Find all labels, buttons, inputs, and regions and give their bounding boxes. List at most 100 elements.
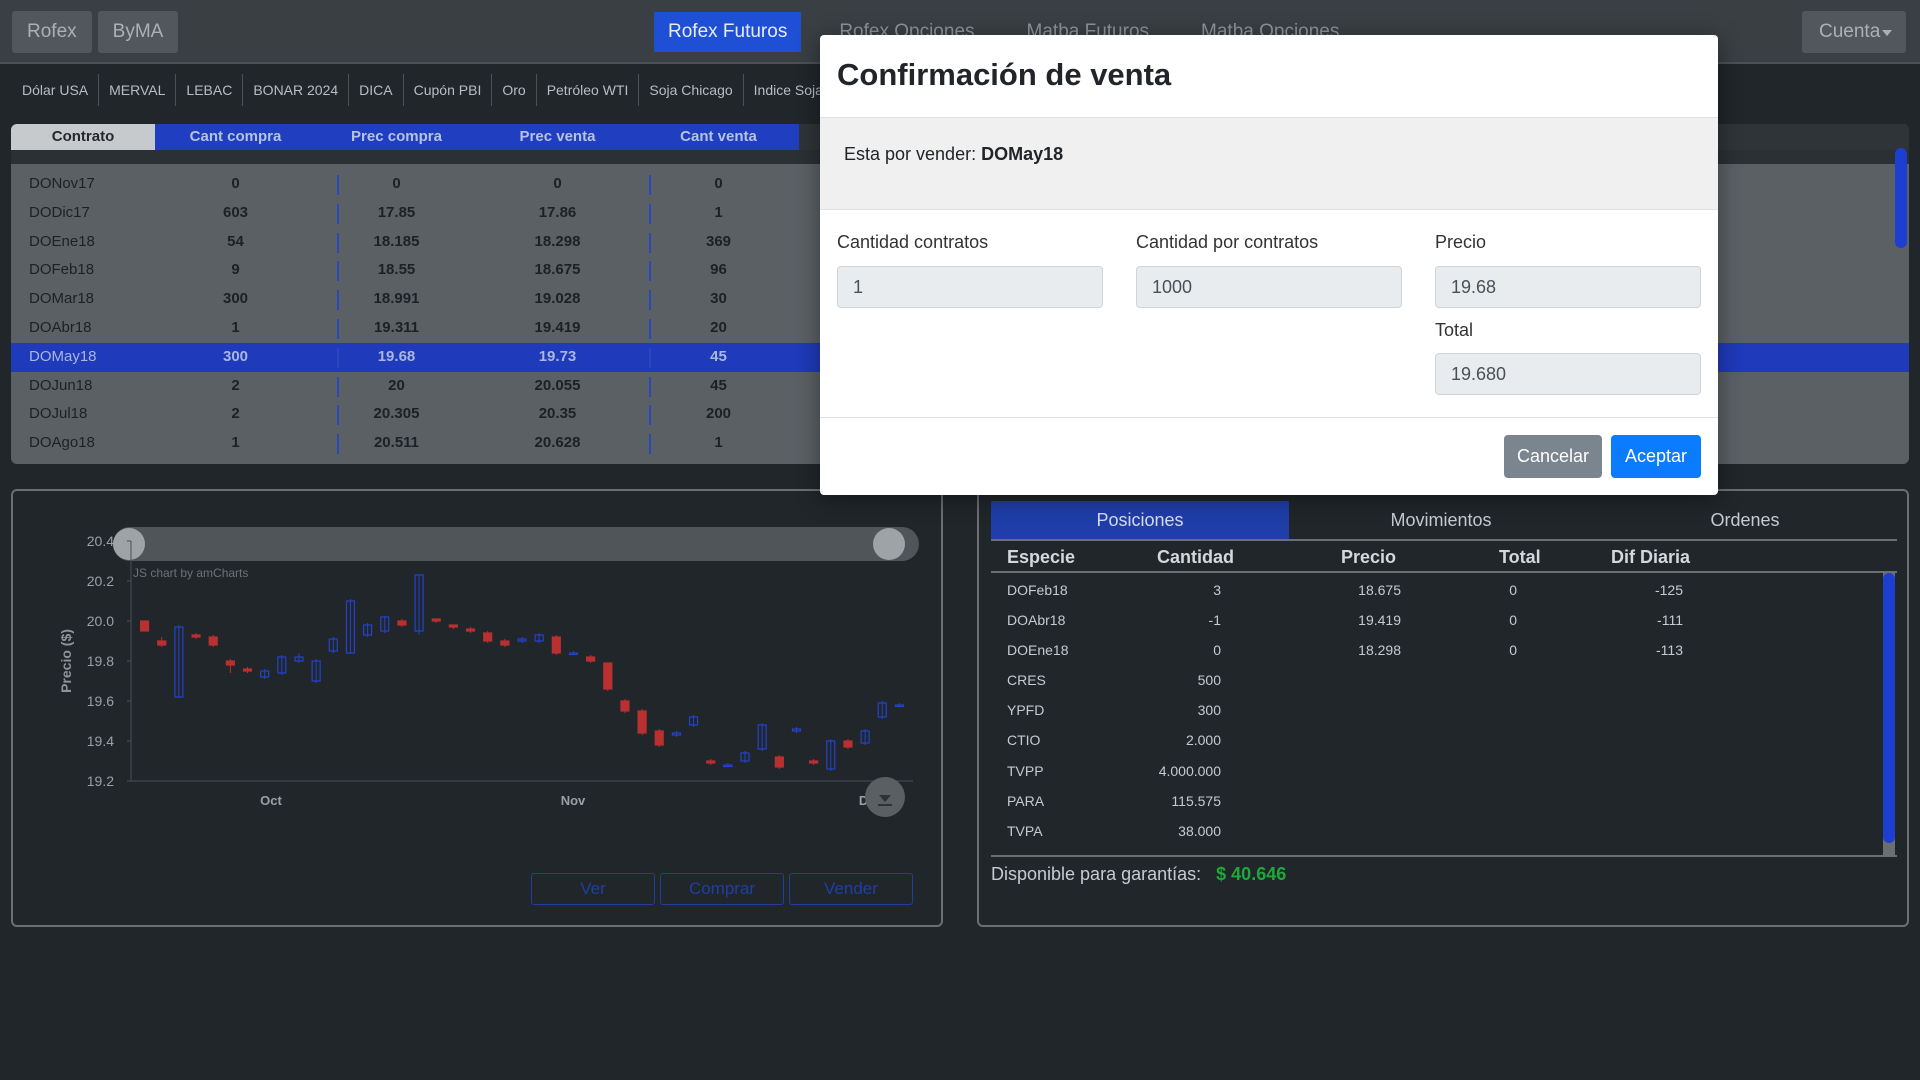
positions-header: Especie Cantidad Precio Total Dif Diaria bbox=[991, 543, 1897, 573]
cell-cantidad: -1 bbox=[1208, 612, 1221, 629]
cell-dif: -113 bbox=[1656, 642, 1683, 659]
position-row[interactable]: PARA 115.575 bbox=[991, 786, 1897, 816]
subnav-oro[interactable]: Oro bbox=[492, 74, 537, 106]
cell-prec-compra: 19.311 bbox=[373, 318, 420, 336]
positions-panel: Posiciones Movimientos Ordenes Especie C… bbox=[977, 489, 1909, 927]
subnav-dolar-usa[interactable]: Dólar USA bbox=[12, 74, 100, 106]
total-label: Total bbox=[1435, 320, 1474, 340]
position-row[interactable]: TVPP 4.000.000 bbox=[991, 756, 1897, 786]
column-divider bbox=[649, 347, 651, 368]
accept-button[interactable]: Aceptar bbox=[1611, 435, 1701, 478]
cell-cant-venta: 96 bbox=[710, 261, 727, 279]
candle-body bbox=[397, 620, 407, 626]
subnav-cupon-pbi[interactable]: Cupón PBI bbox=[404, 74, 493, 106]
candlestick-chart: JS chart by amCharts 20.4 20.2 20.0 19.8 19.6… bbox=[58, 527, 919, 817]
subnav-petroleo-wti[interactable]: Petróleo WTI bbox=[537, 74, 640, 106]
vender-button[interactable]: Vender bbox=[789, 873, 913, 905]
scroll-handle-right[interactable] bbox=[873, 528, 905, 560]
contracts-scrollbar[interactable] bbox=[1895, 148, 1907, 248]
header-prec-venta[interactable]: Prec venta bbox=[477, 124, 638, 150]
cell-contrato: DOMar18 bbox=[29, 290, 95, 308]
cancel-button[interactable]: Cancelar bbox=[1504, 435, 1602, 478]
precio-field[interactable]: 19.68 bbox=[1435, 266, 1701, 308]
column-divider bbox=[337, 203, 339, 224]
candle-body bbox=[774, 756, 784, 768]
subnav-bonar-2024[interactable]: BONAR 2024 bbox=[243, 74, 350, 106]
byma-button[interactable]: ByMA bbox=[97, 11, 179, 53]
cantidad-contratos-field[interactable]: 1 bbox=[837, 266, 1103, 308]
header-cant-compra[interactable]: Cant compra bbox=[155, 124, 316, 150]
positions-scrollbar[interactable] bbox=[1883, 573, 1895, 843]
cell-especie: PARA bbox=[1007, 792, 1045, 809]
position-row[interactable]: DOFeb18 3 18.675 0 -125 bbox=[991, 575, 1897, 605]
x-tick-label: Oct bbox=[260, 793, 282, 808]
header-precio[interactable]: Precio bbox=[1341, 547, 1396, 568]
header-dif-diaria[interactable]: Dif Diaria bbox=[1611, 547, 1690, 568]
cell-cantidad: 500 bbox=[1197, 672, 1221, 689]
cell-dif: -111 bbox=[1657, 612, 1683, 629]
cell-especie: DOAbr18 bbox=[1007, 612, 1066, 629]
y-tick-label: 20.0 bbox=[87, 613, 114, 629]
position-row[interactable]: DOAbr18 -1 19.419 0 -111 bbox=[991, 605, 1897, 635]
position-row[interactable]: DOEne18 0 18.298 0 -113 bbox=[991, 635, 1897, 665]
header-contrato[interactable]: Contrato bbox=[11, 124, 155, 150]
cell-cant-compra: 2 bbox=[231, 405, 240, 423]
candle-body bbox=[157, 640, 167, 646]
tab-posiciones[interactable]: Posiciones bbox=[991, 501, 1289, 539]
cantidad-por-contratos-field[interactable]: 1000 bbox=[1136, 266, 1402, 308]
tab-movimientos[interactable]: Movimientos bbox=[1289, 501, 1593, 539]
cell-contrato: DOMay18 bbox=[29, 347, 97, 365]
download-base-icon bbox=[878, 804, 892, 806]
position-row[interactable]: YPFD 300 bbox=[991, 695, 1897, 725]
cell-prec-compra: 20 bbox=[388, 376, 405, 394]
cell-contrato: DOFeb18 bbox=[29, 261, 95, 279]
modal-title: Confirmación de venta bbox=[837, 57, 1172, 92]
column-divider bbox=[649, 203, 651, 224]
candle-body bbox=[809, 760, 819, 764]
tab-rofex-futuros[interactable]: Rofex Futuros bbox=[654, 12, 802, 52]
column-divider bbox=[337, 261, 339, 282]
candle-body bbox=[706, 760, 716, 764]
tab-ordenes[interactable]: Ordenes bbox=[1593, 501, 1897, 539]
cell-prec-compra: 18.55 bbox=[377, 261, 416, 279]
comprar-button[interactable]: Comprar bbox=[660, 873, 784, 905]
subnav-lebac[interactable]: LEBAC bbox=[176, 74, 244, 106]
scroll-handle-left[interactable] bbox=[113, 528, 145, 560]
header-cant-venta[interactable]: Cant venta bbox=[638, 124, 799, 150]
candle-body bbox=[637, 710, 647, 734]
y-tick-label: 19.8 bbox=[87, 653, 114, 669]
candle-body bbox=[448, 624, 458, 628]
positions-body: DOFeb18 3 18.675 0 -125 DOAbr18 -1 19.419 0 -111 D… bbox=[991, 575, 1897, 846]
cell-cant-venta: 20 bbox=[710, 318, 727, 336]
subnav-merval[interactable]: MERVAL bbox=[99, 74, 177, 106]
subnav-soja-chicago[interactable]: Soja Chicago bbox=[639, 74, 744, 106]
cell-contrato: DONov17 bbox=[29, 175, 95, 192]
cell-especie: DOFeb18 bbox=[1007, 582, 1068, 598]
rofex-button[interactable]: Rofex bbox=[12, 11, 92, 53]
candle-body bbox=[139, 620, 150, 632]
position-row[interactable]: CTIO 2.000 bbox=[991, 725, 1897, 755]
disponible-garantias: Disponible para garantías: $ 40.646 bbox=[991, 864, 1286, 885]
subnav-dica[interactable]: DICA bbox=[349, 74, 404, 106]
column-divider bbox=[649, 434, 651, 455]
info-contract: DOMay18 bbox=[981, 144, 1064, 164]
header-prec-compra[interactable]: Prec compra bbox=[316, 124, 477, 150]
candle-body bbox=[654, 730, 664, 746]
candle-body bbox=[551, 636, 561, 654]
column-divider bbox=[649, 376, 651, 397]
candle-body bbox=[242, 668, 253, 672]
cell-cant-venta: 0 bbox=[714, 175, 723, 192]
header-total[interactable]: Total bbox=[1499, 547, 1541, 568]
position-row[interactable]: TVPA 38.000 bbox=[991, 816, 1897, 846]
header-especie[interactable]: Especie bbox=[1007, 547, 1075, 568]
header-cantidad[interactable]: Cantidad bbox=[1157, 547, 1234, 568]
instrument-nav: Dólar USA MERVAL LEBAC BONAR 2024 DICA C… bbox=[12, 74, 883, 106]
position-row[interactable]: CRES 500 bbox=[991, 665, 1897, 695]
candle-body bbox=[208, 636, 218, 646]
cell-especie: DOEne18 bbox=[1007, 642, 1069, 659]
cell-cant-compra: 0 bbox=[231, 175, 240, 192]
account-dropdown[interactable]: Cuenta bbox=[1802, 11, 1906, 53]
ver-button[interactable]: Ver bbox=[531, 873, 655, 905]
cell-contrato: DOJun18 bbox=[29, 376, 93, 394]
total-field[interactable]: 19.680 bbox=[1435, 353, 1701, 395]
